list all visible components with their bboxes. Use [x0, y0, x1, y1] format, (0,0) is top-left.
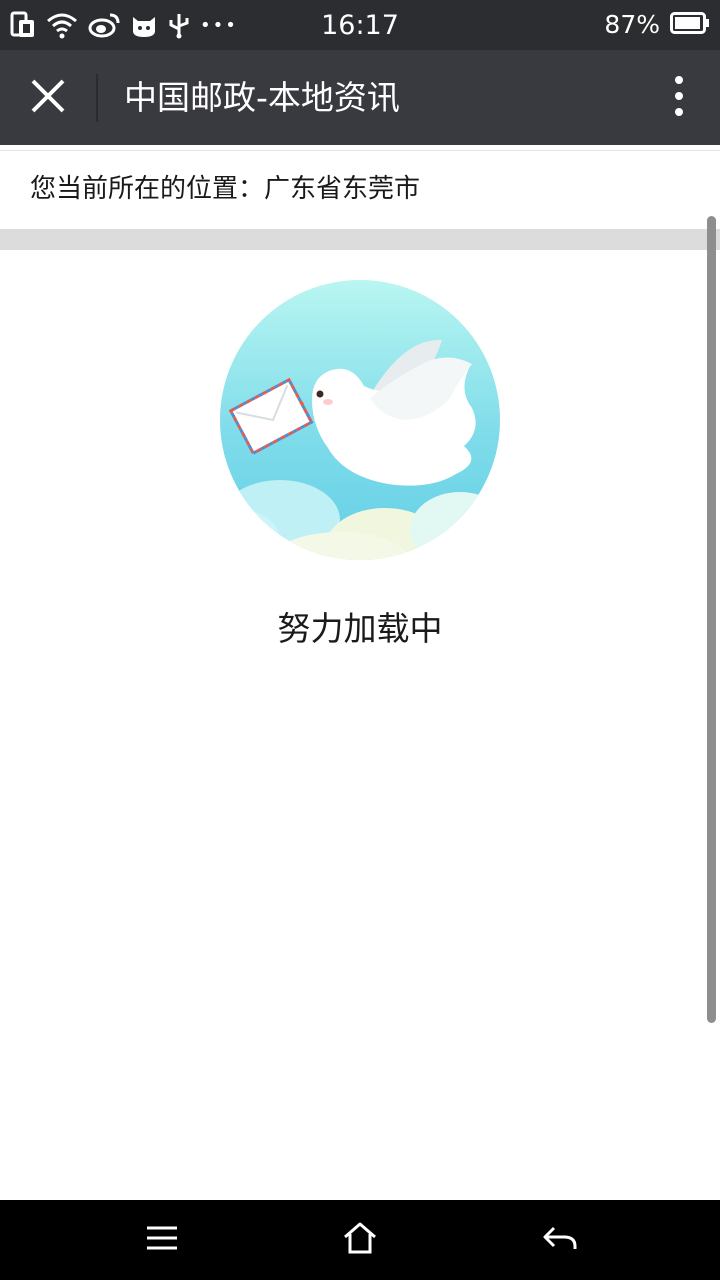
home-icon: [342, 1221, 378, 1259]
loading-message: 努力加载中: [277, 609, 443, 648]
title-bar: 中国邮政-本地资讯: [0, 50, 720, 145]
battery-percent: 87%: [604, 10, 660, 39]
current-location-text: 您当前所在的位置：广东省东莞市: [30, 174, 421, 204]
status-bar: ••• 16:17 87%: [0, 0, 720, 50]
title-divider: [96, 74, 98, 122]
dove-carrying-letter-illustration: [220, 280, 500, 560]
close-button[interactable]: [18, 68, 78, 128]
web-content: 您当前所在的位置：广东省东莞市 努力加载中: [0, 145, 720, 1200]
menu-icon: [145, 1225, 179, 1255]
back-button[interactable]: [530, 1214, 590, 1266]
page-title: 中国邮政-本地资讯: [124, 78, 400, 117]
scrollbar[interactable]: [707, 216, 716, 1023]
divider: [0, 150, 720, 151]
status-right: 87%: [604, 9, 710, 41]
section-separator: [0, 229, 720, 250]
menu-button[interactable]: [132, 1214, 192, 1266]
navigation-bar: [0, 1200, 720, 1280]
home-button[interactable]: [330, 1214, 390, 1266]
battery-icon: [670, 11, 710, 39]
back-icon: [542, 1224, 578, 1256]
more-vertical-icon: [674, 76, 684, 120]
close-icon: [30, 78, 66, 118]
more-options-button[interactable]: [664, 72, 694, 124]
